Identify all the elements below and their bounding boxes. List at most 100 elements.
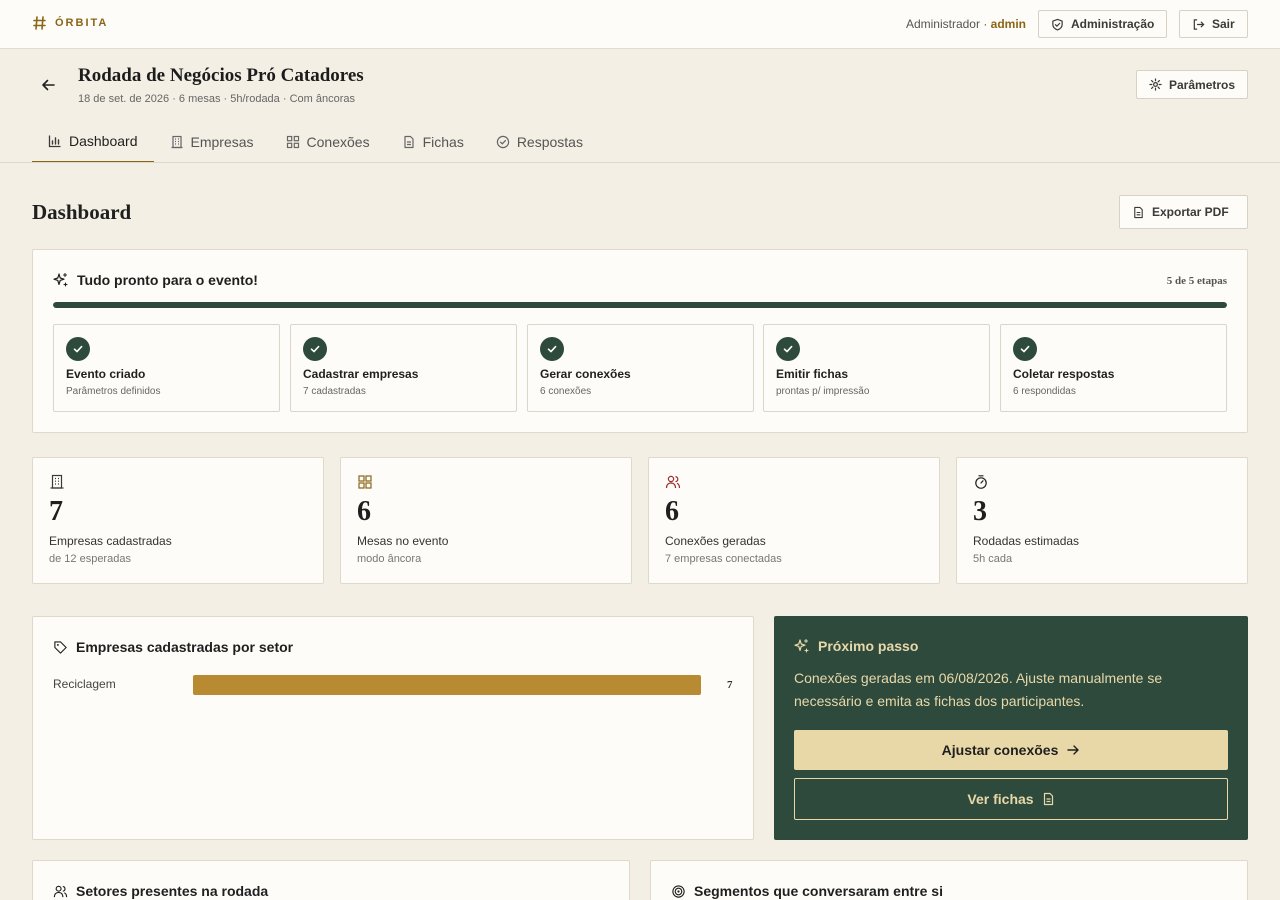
- next-step-card: Próximo passo Conexões geradas em 06/08/…: [774, 616, 1248, 840]
- next-step-description: Conexões geradas em 06/08/2026. Ajuste m…: [794, 670, 1163, 709]
- tab-empresas[interactable]: Empresas: [154, 120, 270, 163]
- step-title: Evento criado: [66, 367, 146, 381]
- check-circle-icon: [496, 135, 510, 149]
- grid-icon: [286, 135, 300, 149]
- export-pdf-label: Exportar PDF: [1152, 205, 1229, 219]
- bar-chart-icon: [48, 134, 62, 148]
- document-icon: [1132, 206, 1145, 219]
- stat-value: 3: [973, 496, 987, 527]
- stat-label: Conexões geradas: [665, 534, 766, 548]
- logout-icon: [1192, 18, 1205, 31]
- sector-chart-title-text: Empresas cadastradas por setor: [76, 639, 294, 655]
- readiness-progress-bar: [53, 302, 1227, 308]
- step-subtitle: 6 respondidas: [1013, 386, 1076, 397]
- readiness-progress-fill: [53, 302, 1227, 308]
- segments-card: Segmentos que conversaram entre si: [650, 860, 1248, 900]
- step-title: Cadastrar empresas: [303, 367, 419, 381]
- sparkles-icon: [53, 272, 69, 288]
- users-icon: [53, 884, 68, 899]
- tab-fichas[interactable]: Fichas: [386, 120, 480, 163]
- stat-label: Empresas cadastradas: [49, 534, 172, 548]
- page-title: Dashboard: [32, 200, 132, 224]
- parameters-button[interactable]: Parâmetros: [1136, 70, 1248, 99]
- brand-logo[interactable]: ÓRBITA: [33, 16, 108, 30]
- tab-label: Empresas: [190, 133, 254, 150]
- tab-dashboard[interactable]: Dashboard: [32, 120, 154, 163]
- tag-icon: [53, 640, 68, 655]
- stat-card-mesas: 6 Mesas no evento modo âncora: [340, 457, 632, 584]
- timer-icon: [973, 474, 989, 490]
- step-subtitle: 7 cadastradas: [303, 386, 366, 397]
- sector-bar-value: 7: [727, 679, 733, 691]
- readiness-title: Tudo pronto para o evento!: [53, 272, 258, 288]
- step-card: Emitir fichas prontas p/ impressão: [763, 324, 990, 412]
- tab-label: Fichas: [422, 133, 464, 150]
- view-fichas-label: Ver fichas: [967, 791, 1034, 807]
- stat-label: Mesas no evento: [357, 534, 449, 548]
- next-step-title-text: Próximo passo: [818, 638, 919, 654]
- step-title: Gerar conexões: [540, 367, 631, 381]
- tab-respostas[interactable]: Respostas: [480, 120, 599, 163]
- stat-card-rodadas: 3 Rodadas estimadas 5h cada: [956, 457, 1248, 584]
- next-step-title: Próximo passo: [794, 638, 918, 654]
- view-fichas-button[interactable]: Ver fichas: [794, 778, 1228, 820]
- back-arrow-icon[interactable]: [40, 77, 56, 93]
- logout-label: Sair: [1212, 17, 1235, 31]
- step-card: Evento criado Parâmetros definidos: [53, 324, 280, 412]
- sector-bar-row: Reciclagem 7: [53, 675, 733, 695]
- grid-icon: [357, 474, 373, 490]
- users-icon: [665, 474, 681, 490]
- step-subtitle: 6 conexões: [540, 386, 592, 397]
- tab-conexoes[interactable]: Conexões: [270, 120, 386, 163]
- stat-value: 6: [665, 496, 679, 527]
- sector-chart-card: Empresas cadastradas por setor Reciclage…: [32, 616, 754, 840]
- readiness-card: Tudo pronto para o evento! 5 de 5 etapas…: [32, 249, 1248, 433]
- step-card: Coletar respostas 6 respondidas: [1000, 324, 1227, 412]
- sparkles-icon: [794, 638, 810, 654]
- step-title: Emitir fichas: [776, 367, 849, 381]
- event-title: Rodada de Negócios Pró Catadores: [78, 65, 364, 86]
- check-icon: [303, 337, 327, 361]
- tab-label: Conexões: [306, 133, 370, 150]
- step-card: Cadastrar empresas 7 cadastradas: [290, 324, 517, 412]
- logout-button[interactable]: Sair: [1179, 10, 1248, 38]
- document-icon: [1042, 792, 1055, 806]
- stat-subtitle: de 12 esperadas: [49, 553, 131, 565]
- readiness-count: 5 de 5 etapas: [1166, 275, 1227, 287]
- target-icon: [671, 884, 686, 899]
- step-subtitle: prontas p/ impressão: [776, 386, 870, 397]
- step-title: Coletar respostas: [1013, 367, 1115, 381]
- stat-card-conexoes: 6 Conexões geradas 7 empresas conectadas: [648, 457, 940, 584]
- adjust-connections-button[interactable]: Ajustar conexões: [794, 730, 1228, 770]
- user-role: Administrador: [905, 17, 980, 31]
- sector-bar: [193, 675, 701, 695]
- parameters-label: Parâmetros: [1169, 77, 1236, 92]
- stat-card-empresas: 7 Empresas cadastradas de 12 esperadas: [32, 457, 324, 584]
- document-icon: [402, 135, 416, 149]
- export-pdf-button[interactable]: Exportar PDF: [1119, 195, 1248, 229]
- sector-bar-track: [193, 675, 701, 695]
- check-icon: [776, 337, 800, 361]
- gear-icon: [1149, 78, 1162, 91]
- administration-label: Administração: [1071, 17, 1155, 31]
- check-icon: [540, 337, 564, 361]
- administration-button[interactable]: Administração: [1038, 10, 1167, 38]
- tab-bar: Dashboard Empresas Conexões Fichas Respo…: [32, 120, 599, 163]
- shield-icon: [1051, 18, 1064, 31]
- check-icon: [66, 337, 90, 361]
- sector-chart-title: Empresas cadastradas por setor: [53, 639, 293, 655]
- stat-subtitle: 5h cada: [973, 553, 1013, 565]
- tab-label: Dashboard: [69, 132, 138, 149]
- brand-name: ÓRBITA: [55, 17, 109, 29]
- user-separator: ·: [979, 17, 991, 31]
- adjust-connections-label: Ajustar conexões: [941, 742, 1059, 758]
- building-icon: [170, 135, 184, 149]
- stat-subtitle: 7 empresas conectadas: [665, 553, 782, 565]
- user-name: admin: [990, 17, 1026, 31]
- stat-subtitle: modo âncora: [357, 553, 422, 565]
- segments-title: Segmentos que conversaram entre si: [671, 883, 943, 899]
- step-card: Gerar conexões 6 conexões: [527, 324, 754, 412]
- sectors-present-title-text: Setores presentes na rodada: [76, 883, 269, 899]
- arrow-right-icon: [1066, 743, 1080, 757]
- tab-label: Respostas: [516, 133, 583, 150]
